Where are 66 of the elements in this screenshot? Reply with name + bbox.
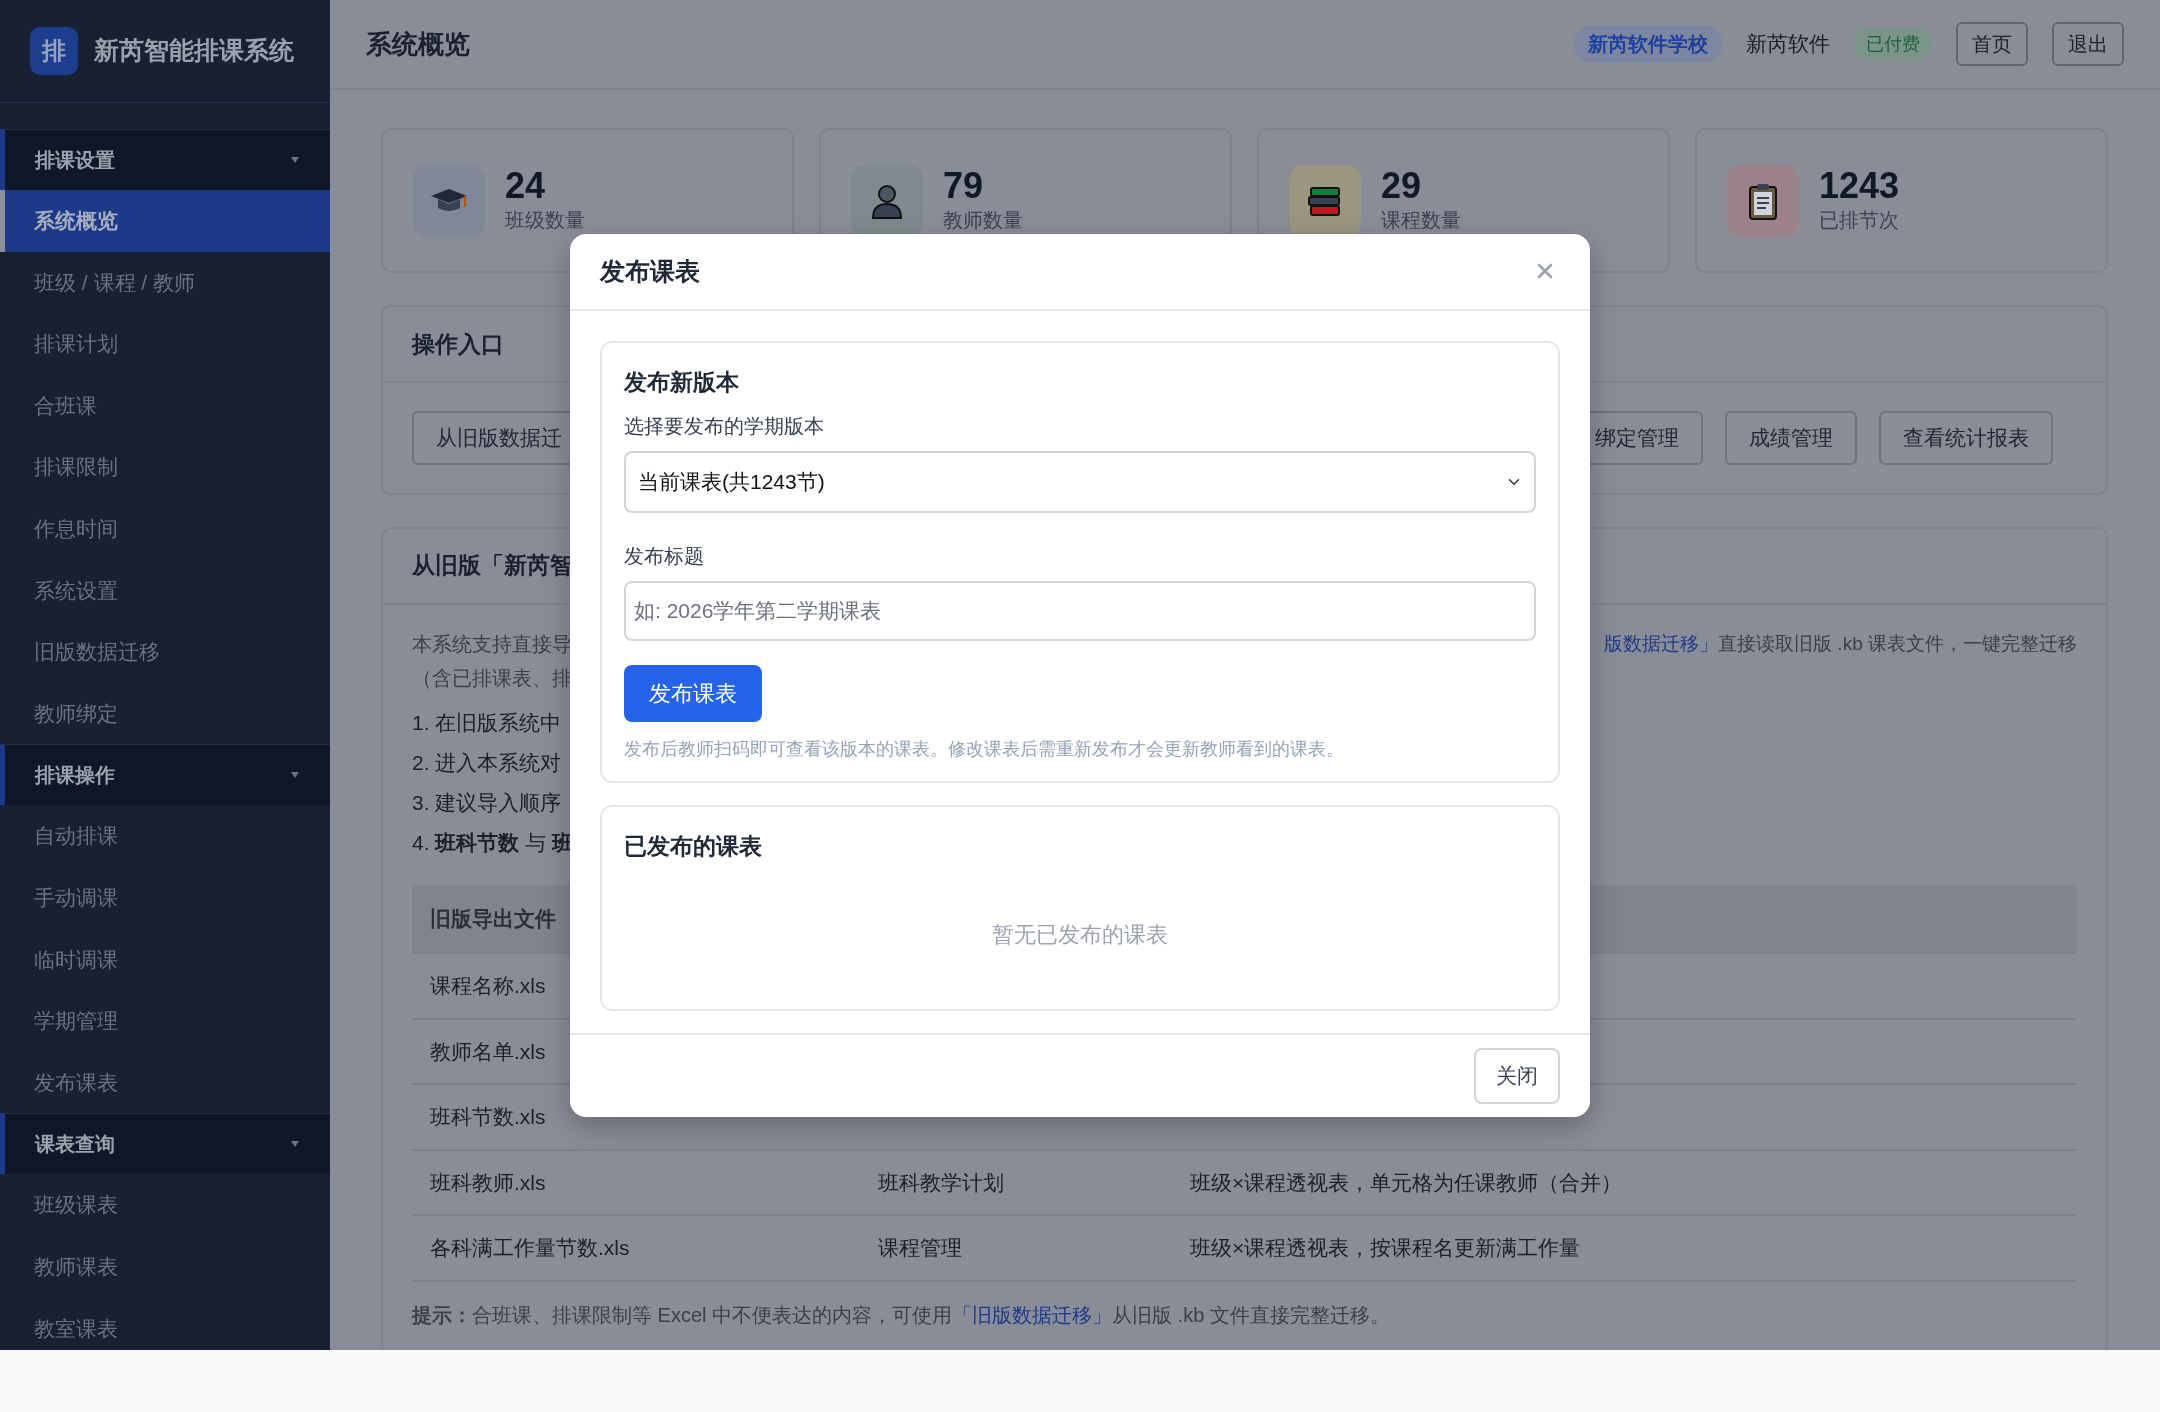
app-title: 新芮智能排课系统 — [94, 35, 294, 67]
sidebar-item[interactable]: 班级 / 课程 / 教师 — [0, 251, 330, 314]
tip-text: 提示：合班课、排课限制等 Excel 中不便表达的内容，可使用「旧版数据迁移」从旧版 .kb 文件直接完整迁移。 — [412, 1302, 1391, 1328]
stat-label: 课程数量 — [1381, 208, 1461, 234]
action-button[interactable]: 成绩管理 — [1725, 411, 1857, 465]
sidebar-item[interactable]: 排课计划 — [0, 313, 330, 375]
sidebar-item[interactable]: 班级课表 — [0, 1174, 330, 1236]
sidebar-group-header[interactable]: 课表查询 — [0, 1113, 330, 1175]
publish-button[interactable]: 发布课表 — [624, 665, 762, 723]
paragraph-text: 版数据迁移」直接读取旧版 .kb 课表文件，一键完整迁移 — [1604, 631, 2077, 656]
sidebar-item[interactable]: 教室课表 — [0, 1297, 330, 1350]
title-input[interactable]: 如: 2026学年第二学期课表 — [624, 581, 1536, 642]
migration-link[interactable]: 版数据迁移」 — [1604, 632, 1719, 654]
stat-value: 24 — [505, 165, 547, 206]
sidebar-item[interactable]: 旧版数据迁移 — [0, 621, 330, 683]
dialog-title: 发布课表 — [600, 255, 700, 287]
sidebar-group-header[interactable]: 排课设置 — [0, 129, 330, 190]
nav-button[interactable]: 退出 — [2052, 22, 2124, 66]
stat-label: 已排节次 — [1819, 208, 1900, 234]
stat-label: 教师数量 — [943, 208, 1023, 234]
step-text: 4. 班科节数 与 班 — [412, 829, 574, 856]
sidebar-item[interactable]: 学期管理 — [0, 990, 330, 1052]
sidebar-item[interactable]: 教师课表 — [0, 1235, 330, 1298]
stat-label: 班级数量 — [505, 208, 585, 234]
user-name: 新芮软件 — [1746, 31, 1830, 58]
stat-value: 79 — [943, 165, 985, 206]
page-title: 系统概览 — [366, 27, 470, 61]
sidebar-item[interactable]: 作息时间 — [0, 497, 330, 560]
table-cell: 班科教学计划 — [860, 1150, 1172, 1216]
school-badge: 新芮软件学校 — [1574, 25, 1722, 63]
field-label: 选择要发布的学期版本 — [624, 414, 825, 440]
stat-value: 29 — [1381, 165, 1423, 206]
sidebar-group-header[interactable]: 排课操作 — [0, 744, 330, 806]
table-cell: 课程管理 — [860, 1216, 1172, 1282]
table-cell: 班科教师.xls — [412, 1150, 860, 1216]
sidebar-item[interactable]: 系统设置 — [0, 559, 330, 622]
version-select[interactable]: 当前课表(共1243节) — [624, 451, 1536, 514]
step-text: 3. 建议导入顺序 — [412, 789, 562, 816]
step-text: 2. 进入本系统对 — [412, 749, 562, 776]
paragraph-text: 本系统支持直接导 — [412, 631, 572, 657]
section-title: 已发布的课表 — [624, 832, 763, 862]
paragraph-text: （含已排课表、排 — [412, 665, 572, 691]
sidebar-item[interactable]: 系统概览 — [0, 190, 330, 252]
sidebar-item[interactable]: 排课限制 — [0, 436, 330, 498]
app-logo: 排 — [30, 27, 78, 75]
table-cell: 班级×课程透视表，单元格为任课教师（合并） — [1172, 1150, 2077, 1216]
action-button[interactable]: 查看统计报表 — [1879, 411, 2053, 465]
step-text: 1. 在旧版系统中 — [412, 709, 562, 736]
nav-button[interactable]: 首页 — [1956, 22, 2028, 66]
empty-message: 暂无已发布的课表 — [991, 920, 1169, 949]
hint-text: 发布后教师扫码即可查看该版本的课表。修改课表后需重新发布才会更新教师看到的课表。 — [624, 738, 1345, 762]
stat-value: 1243 — [1819, 165, 1900, 206]
sidebar-item[interactable]: 手动调课 — [0, 866, 330, 929]
table-cell: 班级×课程透视表，按课程名更新满工作量 — [1172, 1216, 2077, 1282]
sidebar-item[interactable]: 发布课表 — [0, 1051, 330, 1114]
close-button[interactable]: 关闭 — [1474, 1048, 1560, 1104]
sidebar-item[interactable]: 自动排课 — [0, 805, 330, 867]
close-icon — [1536, 262, 1554, 281]
caret-icon — [290, 155, 300, 165]
sidebar-item[interactable]: 教师绑定 — [0, 682, 330, 745]
field-label: 发布标题 — [624, 544, 705, 570]
migration-link[interactable]: 「旧版数据迁移」 — [952, 1303, 1113, 1326]
table-cell: 各科满工作量节数.xls — [412, 1216, 860, 1282]
sidebar-item[interactable]: 临时调课 — [0, 928, 330, 991]
sidebar-item[interactable]: 合班课 — [0, 374, 330, 437]
status-badge: 已付费 — [1854, 27, 1932, 61]
